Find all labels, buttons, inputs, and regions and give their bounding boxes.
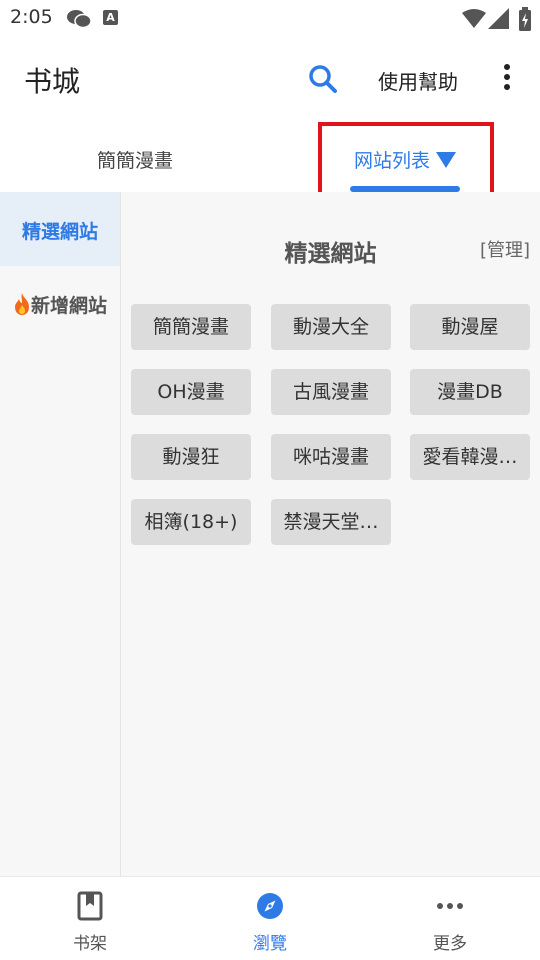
tab-jianjian-manhua[interactable]: 簡簡漫畫: [0, 120, 270, 192]
site-chip[interactable]: 漫畫DB: [410, 369, 530, 415]
wifi-icon: [462, 9, 486, 33]
featured-sites-panel: 精選網站 [管理] 簡簡漫畫 動漫大全 動漫屋 OH漫畫 古風漫畫 漫畫DB 動…: [121, 192, 540, 876]
app-bar: 书城 使用幫助: [0, 36, 540, 120]
page-title: 书城: [24, 65, 81, 98]
notification-a-icon: A: [103, 10, 118, 25]
nav-browse[interactable]: 瀏覽: [180, 877, 360, 960]
more-horiz-icon: [437, 903, 463, 909]
nav-label: 更多: [433, 934, 467, 954]
nav-label: 瀏覽: [253, 934, 287, 954]
site-chip[interactable]: 動漫狂: [131, 434, 251, 480]
nav-bookshelf[interactable]: 书架: [0, 877, 180, 960]
nav-more[interactable]: 更多: [360, 877, 540, 960]
battery-icon: [518, 7, 532, 35]
more-options-button[interactable]: [496, 62, 518, 94]
fire-icon: [14, 293, 29, 315]
status-time: 2:05: [10, 6, 53, 28]
help-button[interactable]: 使用幫助: [378, 66, 458, 95]
tab-label: 簡簡漫畫: [96, 150, 173, 172]
wechat-icon: [66, 9, 92, 33]
site-chip[interactable]: 動漫屋: [410, 304, 530, 350]
section-title: 精選網站: [284, 241, 377, 267]
more-vert-icon: [504, 64, 510, 70]
sidebar-item-featured[interactable]: 精選網站: [0, 192, 120, 266]
site-chip[interactable]: 動漫大全: [271, 304, 391, 350]
search-button[interactable]: [306, 62, 340, 96]
site-chip[interactable]: 相簿(18+): [131, 499, 251, 545]
bottom-navigation: 书架 瀏覽 更多: [0, 876, 540, 960]
manage-link[interactable]: [管理]: [480, 236, 530, 262]
site-chip[interactable]: 古風漫畫: [271, 369, 391, 415]
site-chip[interactable]: 簡簡漫畫: [131, 304, 251, 350]
bookmark-book-icon: [77, 891, 103, 921]
signal-icon: [488, 8, 510, 34]
site-chip[interactable]: 愛看韓漫…: [410, 434, 530, 480]
sidebar-item-new-site[interactable]: 新增網站: [0, 266, 120, 340]
site-chip[interactable]: 禁漫天堂…: [271, 499, 391, 545]
sidebar: 精選網站 新增網站: [0, 192, 121, 876]
nav-label: 书架: [73, 934, 107, 954]
search-icon: [309, 65, 337, 93]
sidebar-item-label: 精選網站: [21, 221, 98, 243]
site-chip[interactable]: OH漫畫: [131, 369, 251, 415]
site-chip[interactable]: 咪咕漫畫: [271, 434, 391, 480]
compass-icon: [257, 893, 283, 919]
status-bar: 2:05 A: [0, 0, 540, 36]
sidebar-item-label: 新增網站: [30, 295, 107, 317]
